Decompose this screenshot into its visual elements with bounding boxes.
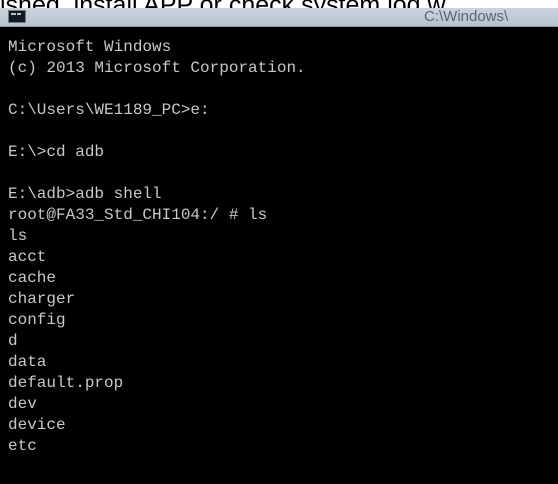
- console-line: default.prop: [8, 374, 124, 392]
- page: ished, install APP or check system log w…: [0, 0, 558, 484]
- console-line: E:\>cd adb: [8, 143, 105, 161]
- console-line: Microsoft Windows: [8, 38, 172, 56]
- console-line: config: [8, 311, 66, 329]
- console-line: cache: [8, 269, 57, 287]
- console-line: dev: [8, 395, 37, 413]
- command-prompt-window[interactable]: C:\Windows\ Microsoft Windows (c) 2013 M…: [0, 8, 558, 484]
- console-line: data: [8, 353, 47, 371]
- console-line: root@FA33_Std_CHI104:/ # ls: [8, 206, 268, 224]
- window-titlebar[interactable]: C:\Windows\: [0, 8, 558, 27]
- console-line: ls: [8, 227, 28, 245]
- cmd-console-icon: [8, 10, 26, 23]
- console-line: charger: [8, 290, 76, 308]
- console-line: device: [8, 416, 66, 434]
- window-title: C:\Windows\: [424, 8, 509, 25]
- console-line: etc: [8, 437, 37, 455]
- console-output[interactable]: Microsoft Windows (c) 2013 Microsoft Cor…: [8, 37, 556, 457]
- console-line: E:\adb>adb shell: [8, 185, 162, 203]
- console-line: (c) 2013 Microsoft Corporation.: [8, 59, 306, 77]
- console-line: acct: [8, 248, 47, 266]
- console-line: C:\Users\WE1189_PC>e:: [8, 101, 210, 119]
- console-line: d: [8, 332, 18, 350]
